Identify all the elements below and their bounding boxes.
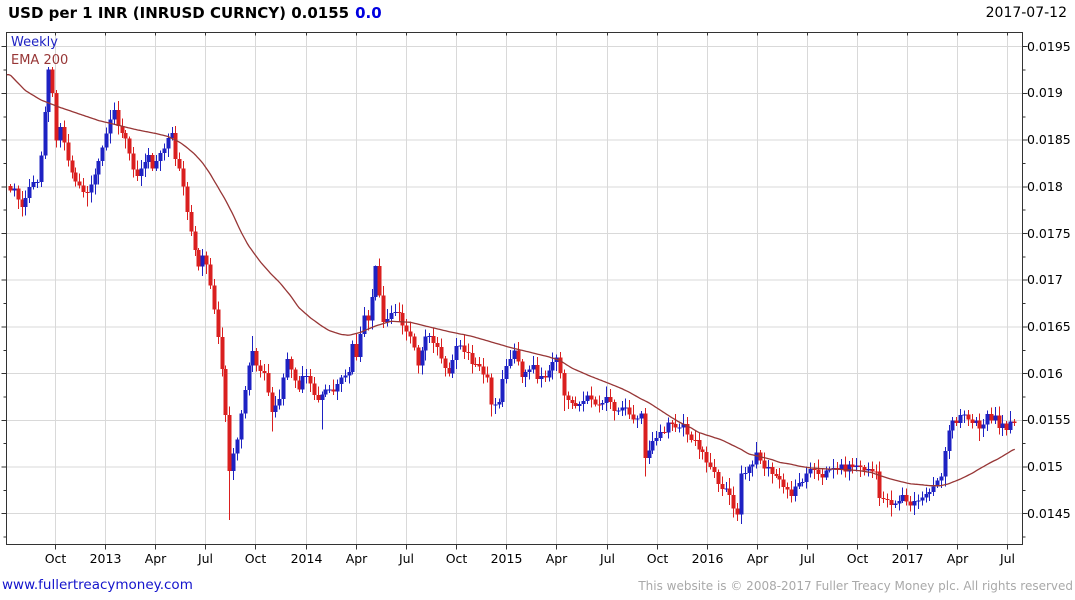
- y-axis-label: 0.0185: [1027, 132, 1071, 148]
- x-axis-label: Jul: [999, 551, 1016, 566]
- y-axis-label: 0.015: [1027, 459, 1063, 474]
- x-axis-label: 2017: [891, 551, 924, 566]
- y-axis-label: 0.016: [1027, 365, 1063, 381]
- x-axis-label: Apr: [746, 551, 769, 566]
- y-axis-label: 0.0165: [1027, 318, 1071, 334]
- x-axis-label: 2016: [691, 551, 724, 566]
- chart-window: USD per 1 INR (INRUSD CURNCY) 0.0155 0.0 …: [0, 0, 1075, 600]
- y-axis-label: 0.0175: [1027, 225, 1071, 241]
- x-axis-label: Oct: [44, 551, 67, 566]
- x-axis-label: 2013: [89, 551, 122, 566]
- y-axis-label: 0.0155: [1027, 412, 1071, 428]
- legend-ema-label: EMA 200: [11, 53, 69, 68]
- x-axis-label: Jul: [398, 551, 415, 566]
- y-axis-label: 0.017: [1027, 272, 1063, 288]
- x-axis-label: Oct: [445, 551, 468, 566]
- x-axis-label: 2015: [490, 551, 523, 566]
- price-chart[interactable]: [0, 0, 1075, 600]
- y-axis-label: 0.0145: [1027, 505, 1071, 521]
- site-link[interactable]: www.fullertreacymoney.com: [2, 577, 193, 593]
- y-axis-label: 0.0195: [1027, 38, 1071, 54]
- x-axis-label: Jul: [197, 551, 214, 566]
- x-axis-label: Oct: [646, 551, 669, 566]
- copyright-text: This website is © 2008-2017 Fuller Treac…: [638, 579, 1073, 593]
- x-axis-label: Apr: [946, 551, 969, 566]
- y-axis-label: 0.019: [1027, 85, 1063, 101]
- x-axis-label: Apr: [345, 551, 368, 566]
- x-axis-label: 2014: [290, 551, 323, 566]
- x-axis-label: Jul: [799, 551, 816, 566]
- x-axis-label: Apr: [144, 551, 167, 566]
- x-axis-label: Oct: [846, 551, 869, 566]
- y-axis-label: 0.018: [1027, 178, 1063, 194]
- x-axis-label: Jul: [599, 551, 616, 566]
- legend-timeframe-label: Weekly: [11, 35, 58, 50]
- x-axis-label: Oct: [244, 551, 267, 566]
- x-axis-label: Apr: [545, 551, 568, 566]
